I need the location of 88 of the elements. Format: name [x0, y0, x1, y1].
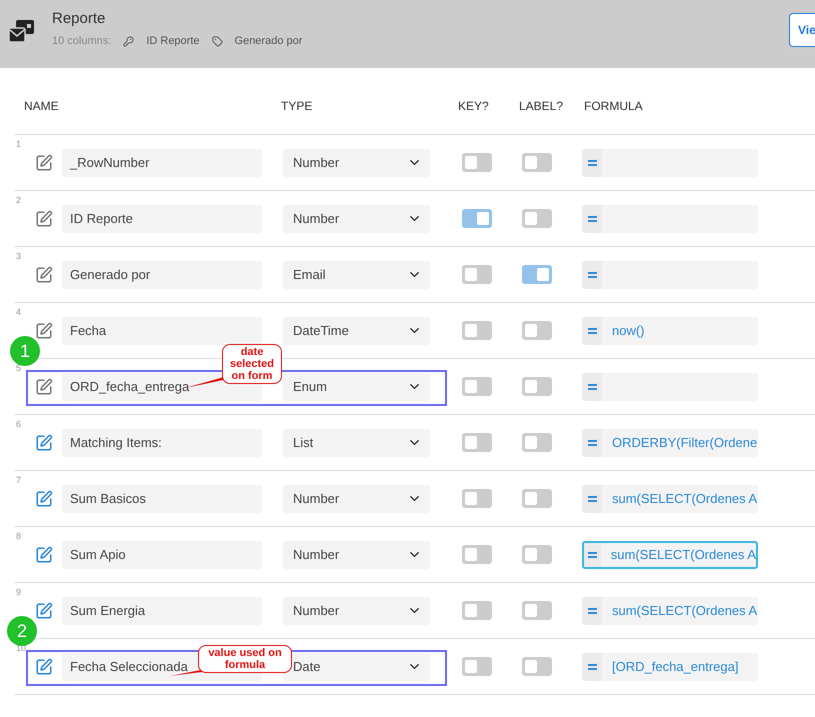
type-select[interactable]: Email [283, 260, 430, 288]
edit-icon[interactable] [35, 546, 53, 564]
row-number: 5 [16, 363, 22, 373]
label-toggle[interactable] [522, 657, 552, 676]
equals-icon [588, 160, 596, 166]
key-toggle[interactable] [462, 489, 492, 508]
key-toggle[interactable] [462, 657, 492, 676]
name-field[interactable]: Fecha [62, 316, 262, 344]
edit-icon[interactable] [35, 322, 53, 340]
equals-icon [588, 216, 596, 222]
label-toggle[interactable] [522, 377, 552, 396]
step-marker: 1 [10, 336, 40, 366]
label-toggle[interactable] [522, 321, 552, 340]
column-header: NAME [24, 99, 59, 113]
step-marker: 2 [7, 616, 37, 646]
edit-icon[interactable] [35, 658, 53, 676]
row-number: 6 [16, 419, 22, 429]
view-button[interactable]: Vie [789, 13, 815, 47]
key-toggle[interactable] [462, 601, 492, 620]
type-select[interactable]: Number [283, 148, 430, 176]
row-number: 1 [16, 139, 22, 149]
label-toggle[interactable] [522, 489, 552, 508]
name-field[interactable]: Matching Items: [62, 428, 262, 456]
equals-icon [588, 384, 596, 390]
row-number: 8 [16, 531, 22, 541]
key-toggle[interactable] [462, 433, 492, 452]
equals-icon [588, 608, 596, 614]
name-field[interactable]: Generado por [62, 260, 262, 288]
tag-icon [212, 36, 223, 46]
name-field[interactable]: Sum Energia [62, 596, 262, 624]
label-toggle[interactable] [522, 601, 552, 620]
edit-icon[interactable] [35, 154, 53, 172]
row-number: 2 [16, 195, 22, 205]
equals-icon [588, 328, 596, 334]
formula-field[interactable] [582, 372, 758, 400]
equals-icon [588, 552, 597, 558]
row-number: 7 [16, 475, 22, 485]
type-select[interactable]: Number [283, 204, 430, 232]
edit-icon[interactable] [35, 266, 53, 284]
name-field[interactable]: _RowNumber [62, 148, 262, 176]
label-toggle[interactable] [522, 153, 552, 172]
formula-field[interactable] [582, 204, 758, 232]
type-select[interactable]: Number [283, 596, 430, 624]
type-select[interactable]: DateTime [283, 316, 430, 344]
type-select[interactable]: Number [283, 540, 430, 568]
key-toggle[interactable] [462, 209, 492, 228]
equals-icon [588, 496, 596, 502]
name-field[interactable]: Sum Basicos [62, 484, 262, 512]
type-select[interactable]: Number [283, 484, 430, 512]
columns-count: 10 columns: [52, 35, 112, 47]
key-toggle[interactable] [462, 545, 492, 564]
label-column: Generado por [234, 35, 302, 47]
key-toggle[interactable] [462, 153, 492, 172]
key-toggle[interactable] [462, 265, 492, 284]
annotation-tooltip: value used on formula [198, 645, 292, 673]
name-field[interactable]: ID Reporte [62, 204, 262, 232]
edit-icon[interactable] [35, 378, 53, 396]
type-select[interactable]: Enum [283, 372, 430, 400]
equals-icon [588, 440, 596, 446]
edit-icon[interactable] [35, 490, 53, 508]
column-header: FORMULA [584, 99, 643, 113]
row-number: 9 [16, 587, 22, 597]
annotation-tooltip: date selected on form [222, 344, 282, 384]
column-header: KEY? [458, 99, 489, 113]
formula-field[interactable] [582, 260, 758, 288]
name-field[interactable]: Sum Apio [62, 540, 262, 568]
row-number: 4 [16, 307, 22, 317]
edit-icon[interactable] [35, 602, 53, 620]
label-toggle[interactable] [522, 545, 552, 564]
key-toggle[interactable] [462, 377, 492, 396]
type-select[interactable]: Date [283, 652, 430, 680]
edit-icon[interactable] [35, 434, 53, 452]
column-header: LABEL? [519, 99, 564, 113]
label-toggle[interactable] [522, 209, 552, 228]
key-column: ID Reporte [146, 35, 200, 47]
column-header: TYPE [281, 99, 312, 113]
key-icon [123, 36, 134, 46]
equals-icon [588, 272, 596, 278]
table-icon [8, 18, 36, 44]
key-toggle[interactable] [462, 321, 492, 340]
table-title: Reporte [52, 10, 106, 27]
edit-icon[interactable] [35, 210, 53, 228]
formula-field[interactable] [582, 148, 758, 176]
type-select[interactable]: List [283, 428, 430, 456]
label-toggle[interactable] [522, 433, 552, 452]
equals-icon [588, 664, 596, 670]
label-toggle[interactable] [522, 265, 552, 284]
row-number: 3 [16, 251, 22, 261]
